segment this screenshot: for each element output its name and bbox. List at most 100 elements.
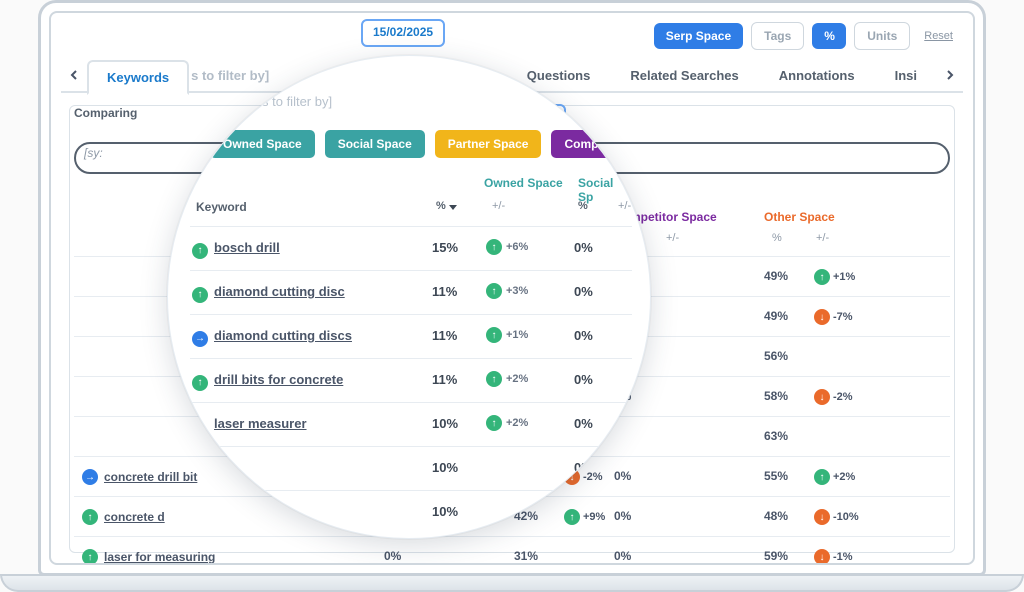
- table-row: ↑ diamond cutting disc 11% ↑+3% 0%: [190, 270, 632, 314]
- social-pct-cell: 0%: [574, 372, 593, 387]
- other-delta-cell: ↓-10%: [814, 509, 859, 525]
- other-cell: 49%: [764, 309, 788, 323]
- arrow-up-icon: ↑: [486, 371, 502, 387]
- owned-pct-cell: 11%: [432, 372, 457, 387]
- arrow-down-icon: ↓: [814, 549, 830, 565]
- keyword-cell[interactable]: drill bits for concrete: [214, 372, 343, 387]
- trend-icon: ↑: [192, 372, 208, 391]
- arrow-up-icon: ↑: [192, 375, 208, 391]
- other-cell: 49%: [764, 269, 788, 283]
- keyword-cell[interactable]: ↑laser for measuring: [82, 549, 215, 565]
- lens-table-body: ↑ bosch drill 15% ↑+6% 0% ↑ diamond cutting di…: [190, 226, 632, 534]
- arrow-up-icon: ↑: [486, 239, 502, 255]
- tab-annotations[interactable]: Annotations: [759, 58, 875, 93]
- owned-pct-cell: 10%: [432, 460, 458, 475]
- social-pct-cell: 0%: [574, 416, 593, 431]
- arrow-up-icon: ↑: [486, 283, 502, 299]
- table-row: laser measurer10%↑+2%0%: [190, 402, 632, 446]
- tab-prev[interactable]: [61, 62, 87, 88]
- col-other[interactable]: Other Space: [764, 210, 835, 224]
- tags-button[interactable]: Tags: [751, 22, 804, 50]
- lens-col-social-pm: +/-: [618, 200, 631, 212]
- laptop-frame: Serp Space Tags % Units Reset 15/02/2025…: [38, 0, 986, 576]
- owned-pct-cell: 11%: [432, 284, 457, 299]
- arrow-up-icon: ↑: [82, 509, 98, 525]
- lens-col-owned-pct[interactable]: %: [436, 200, 458, 212]
- value-cell: 0%: [384, 549, 401, 563]
- arrow-up-icon: ↑: [82, 549, 98, 565]
- keyword-cell[interactable]: laser measurer: [214, 416, 307, 431]
- value-cell: 31%: [514, 549, 538, 563]
- col-comp-pm: +/-: [666, 232, 679, 244]
- tab-insights[interactable]: Insi: [875, 58, 937, 93]
- keyword-cell[interactable]: ↑concrete d: [82, 509, 165, 525]
- owned-pct-cell: 10%: [432, 504, 458, 519]
- arrow-right-icon: →: [82, 469, 98, 485]
- trend-icon: →: [192, 328, 208, 347]
- keyword-cell[interactable]: bosch drill: [214, 240, 280, 255]
- other-cell: 58%: [764, 389, 788, 403]
- owned-pct-cell: 15%: [432, 240, 458, 255]
- keyword-cell[interactable]: →concrete drill bit: [82, 469, 197, 485]
- top-toolbar: Serp Space Tags % Units Reset: [65, 19, 959, 53]
- partner-space-pill[interactable]: Partner Space: [435, 130, 542, 158]
- reset-link[interactable]: Reset: [918, 26, 959, 46]
- tab-next[interactable]: [937, 62, 963, 88]
- other-delta-cell: ↓-2%: [814, 389, 853, 405]
- tab-filter-hint: s to filter by]: [189, 58, 289, 93]
- pct-label: %: [436, 200, 446, 212]
- tab-related-searches[interactable]: Related Searches: [610, 58, 758, 93]
- owned-delta-cell: ↑+2%: [486, 415, 528, 431]
- table-row: →diamond cutting discs11%↑+1%0%: [190, 314, 632, 358]
- lens-col-social-pct[interactable]: %: [578, 200, 588, 212]
- trend-icon: →: [192, 460, 208, 479]
- arrow-down-icon: ↓: [814, 389, 830, 405]
- keyword-cell[interactable]: diamond cutting discs: [214, 328, 352, 343]
- serp-space-button[interactable]: Serp Space: [654, 23, 743, 49]
- arrow-up-icon: ↑: [486, 415, 502, 431]
- lens-col-keyword[interactable]: Keyword: [196, 200, 247, 214]
- chevron-right-icon: [945, 70, 955, 80]
- keyword-cell[interactable]: diamond cutting disc: [214, 284, 345, 299]
- lens-col-header: Keyword % +/- % +/-: [190, 200, 628, 222]
- arrow-up-icon: ↑: [192, 287, 208, 303]
- social-pct-cell: 0%: [574, 460, 593, 475]
- magnifier-lens: s to filter by] Owned Space Social Space…: [167, 55, 651, 539]
- chevron-left-icon: [69, 70, 79, 80]
- date-chip[interactable]: 15/02/2025: [361, 19, 445, 47]
- app-screen: Serp Space Tags % Units Reset 15/02/2025…: [49, 11, 975, 565]
- owned-space-pill[interactable]: Owned Space: [210, 130, 315, 158]
- units-toggle[interactable]: Units: [854, 22, 910, 50]
- col-other-pct[interactable]: %: [772, 232, 782, 244]
- competitor-cell: 0%: [614, 549, 631, 563]
- percent-toggle[interactable]: %: [812, 23, 846, 49]
- lens-col-owned[interactable]: Owned Space: [484, 176, 563, 190]
- lens-group-header: Owned Space Social Sp: [190, 176, 628, 198]
- owned-pct-cell: 11%: [432, 328, 457, 343]
- social-pct-cell: 0%: [574, 284, 593, 299]
- other-delta-cell: ↑+2%: [814, 469, 855, 485]
- other-cell: 59%: [764, 549, 788, 563]
- social-space-pill[interactable]: Social Space: [325, 130, 425, 158]
- keyword-cell[interactable]: co: [214, 460, 229, 475]
- competitor-space-pill[interactable]: Compe: [551, 130, 618, 158]
- arrow-down-icon: ↓: [814, 309, 830, 325]
- col-other-pm: +/-: [816, 232, 829, 244]
- table-row: → co 10% 0%: [190, 446, 632, 490]
- arrow-up-icon: ↑: [814, 469, 830, 485]
- search-placeholder: [sy:: [84, 146, 103, 160]
- tab-keywords[interactable]: Keywords: [87, 60, 189, 95]
- arrow-right-icon: →: [192, 331, 208, 347]
- table-row: 10%: [190, 490, 632, 534]
- owned-delta-cell: ↑+6%: [486, 239, 528, 255]
- comparing-label: Comparing: [74, 106, 137, 120]
- arrow-right-icon: →: [192, 463, 208, 479]
- social-pct-cell: 0%: [574, 240, 593, 255]
- other-cell: 48%: [764, 509, 788, 523]
- other-delta-cell: ↓-1%: [814, 549, 853, 565]
- table-row: ↑ bosch drill 15% ↑+6% 0%: [190, 226, 632, 270]
- arrow-up-icon: ↑: [486, 327, 502, 343]
- other-cell: 63%: [764, 429, 788, 443]
- owned-delta-cell: ↑+3%: [486, 283, 528, 299]
- other-delta-cell: ↑+1%: [814, 269, 855, 285]
